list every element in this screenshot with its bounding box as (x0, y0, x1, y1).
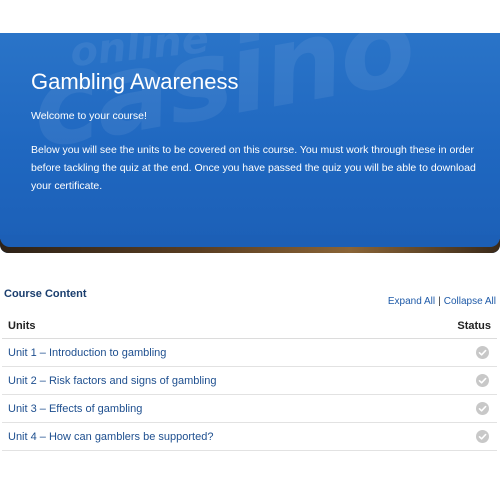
unit-row: Unit 1 – Introduction to gambling (2, 339, 497, 367)
course-banner: online casino Gambling Awareness Welcome… (0, 33, 500, 253)
course-content-heading: Course Content (4, 288, 87, 300)
unit-row: Unit 4 – How can gamblers be supported? (2, 423, 497, 451)
units-table-header: Units Status (2, 314, 497, 339)
check-circle-icon (476, 346, 489, 359)
check-circle-icon (476, 430, 489, 443)
unit-1-link[interactable]: Unit 1 – Introduction to gambling (8, 347, 166, 359)
link-separator: | (438, 296, 441, 307)
unit-row: Unit 2 – Risk factors and signs of gambl… (2, 367, 497, 395)
units-column-header: Units (8, 320, 36, 332)
unit-4-link[interactable]: Unit 4 – How can gamblers be supported? (8, 431, 213, 443)
expand-collapse-links: Expand All | Collapse All (388, 296, 496, 307)
check-circle-icon (476, 402, 489, 415)
banner-strip-mask (0, 235, 500, 247)
status-column-header: Status (457, 320, 491, 332)
unit-2-link[interactable]: Unit 2 – Risk factors and signs of gambl… (8, 375, 217, 387)
check-circle-icon (476, 374, 489, 387)
unit-3-link[interactable]: Unit 3 – Effects of gambling (8, 403, 142, 415)
course-title: Gambling Awareness (31, 69, 239, 94)
units-table: Units Status Unit 1 – Introduction to ga… (2, 314, 497, 451)
welcome-text: Welcome to your course! (31, 110, 147, 122)
expand-all-link[interactable]: Expand All (388, 296, 435, 307)
unit-row: Unit 3 – Effects of gambling (2, 395, 497, 423)
intro-text: Below you will see the units to be cover… (31, 144, 476, 192)
collapse-all-link[interactable]: Collapse All (444, 296, 496, 307)
